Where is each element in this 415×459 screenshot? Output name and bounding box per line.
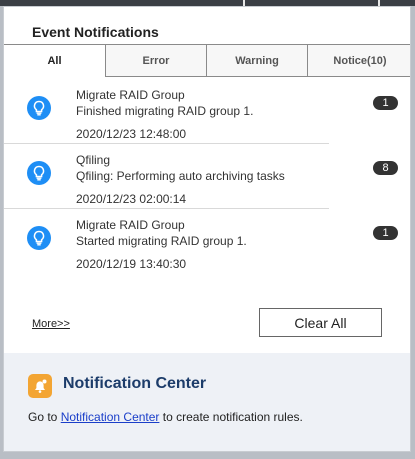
notification-center-icon: [28, 374, 52, 398]
panel-title: Event Notifications: [32, 24, 159, 40]
notification-title: Migrate RAID Group: [76, 218, 185, 232]
notification-time: 2020/12/19 13:40:30: [76, 257, 187, 271]
tab-error[interactable]: Error: [105, 44, 207, 77]
tab-warning[interactable]: Warning: [206, 44, 308, 77]
notification-item[interactable]: Qfiling Qfiling: Performing auto archivi…: [4, 150, 410, 214]
lightbulb-icon: [27, 96, 51, 120]
tab-notice[interactable]: Notice(10): [307, 44, 410, 77]
more-link[interactable]: More>>: [32, 318, 70, 330]
notification-item[interactable]: Migrate RAID Group Started migrating RAI…: [4, 215, 410, 279]
notification-message: Started migrating RAID group 1.: [76, 234, 247, 248]
tab-error-label: Error: [142, 54, 170, 67]
divider: [4, 208, 329, 209]
event-notifications-panel: Event Notifications All Error Warning No…: [3, 6, 411, 452]
tab-all[interactable]: All: [4, 44, 106, 77]
notification-center-footer: Notification Center Go to Notification C…: [4, 353, 410, 451]
footer-text-after: to create notification rules.: [162, 410, 303, 424]
lightbulb-icon: [27, 161, 51, 185]
count-badge: 8: [373, 161, 398, 175]
notification-tabs: All Error Warning Notice(10): [4, 44, 410, 77]
notification-center-title: Notification Center: [63, 375, 207, 392]
notification-center-text: Go to Notification Center to create noti…: [28, 410, 303, 424]
notification-message: Finished migrating RAID group 1.: [76, 104, 254, 118]
divider: [4, 143, 329, 144]
clear-all-button[interactable]: Clear All: [259, 308, 382, 337]
notification-time: 2020/12/23 12:48:00: [76, 127, 187, 141]
count-badge: 1: [373, 96, 398, 110]
lightbulb-icon: [27, 226, 51, 250]
count-badge: 1: [373, 226, 398, 240]
notification-time: 2020/12/23 02:00:14: [76, 192, 187, 206]
tab-all-label: All: [47, 54, 62, 67]
notification-item[interactable]: Migrate RAID Group Finished migrating RA…: [4, 85, 410, 149]
footer-text-before: Go to: [28, 410, 58, 424]
notification-title: Migrate RAID Group: [76, 88, 185, 102]
notification-center-link[interactable]: Notification Center: [61, 410, 160, 424]
tab-notice-label: Notice(10): [333, 54, 387, 67]
notification-message: Qfiling: Performing auto archiving tasks: [76, 169, 285, 183]
notification-title: Qfiling: [76, 153, 111, 167]
tab-warning-label: Warning: [235, 54, 279, 67]
